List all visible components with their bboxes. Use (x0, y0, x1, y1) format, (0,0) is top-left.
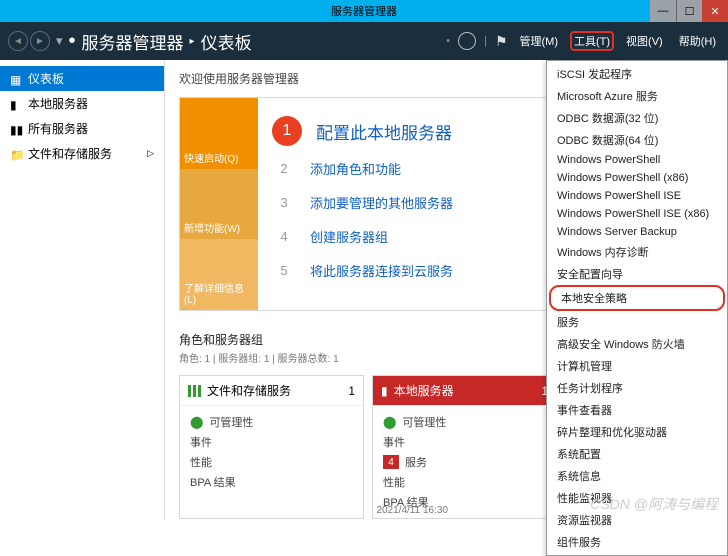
tab-learnmore[interactable]: 了解详细信息(L) (180, 239, 258, 310)
storage-icon: 📁 (10, 148, 22, 160)
close-button[interactable]: ✕ (702, 0, 728, 22)
window-title: 服务器管理器 (331, 3, 397, 19)
tools-item-powershell[interactable]: Windows PowerShell (547, 151, 727, 169)
tile-row[interactable]: 事件 (383, 432, 546, 452)
tools-item-odbc32[interactable]: ODBC 数据源(32 位) (547, 107, 727, 129)
tile-row[interactable]: 性能 (190, 452, 353, 472)
tab-quickstart[interactable]: 快速启动(Q) (180, 98, 258, 169)
tools-item-services[interactable]: 服务 (547, 311, 727, 333)
sidebar-item-storage[interactable]: 📁文件和存储服务▷ (0, 141, 164, 166)
tile-storage[interactable]: 文件和存储服务 1 ⬤可管理性 事件 性能 BPA 结果 (179, 375, 364, 519)
storage-tile-icon (188, 385, 191, 397)
nav-buttons: ◄ ► (8, 31, 50, 51)
watermark: CSDN @阿涛与编程 (590, 494, 718, 514)
dashboard-icon: ▦ (10, 73, 22, 85)
tools-item-computer-mgmt[interactable]: 计算机管理 (547, 355, 727, 377)
breadcrumb-root[interactable]: 服务器管理器 (82, 29, 184, 54)
tools-item-server-backup[interactable]: Windows Server Backup (547, 223, 727, 241)
tile-local-server[interactable]: ▮ 本地服务器 1 ⬤可管理性 事件 4服务 性能 BPA 结果 (372, 375, 557, 519)
tools-item-event-viewer[interactable]: 事件查看器 (547, 399, 727, 421)
tools-item-local-security-policy[interactable]: 本地安全策略 (549, 285, 725, 311)
tools-item-powershell-x86[interactable]: Windows PowerShell (x86) (547, 169, 727, 187)
timestamp: 2021/4/11 16:30 (376, 505, 448, 516)
welcome-tabs: 快速启动(Q) 新增功能(W) 了解详细信息(L) (180, 98, 258, 310)
window-controls: — ☐ ✕ (650, 0, 728, 22)
menu-tools[interactable]: 工具(T) (570, 31, 614, 51)
tile-row[interactable]: BPA 结果 (190, 472, 353, 492)
tab-whatsnew[interactable]: 新增功能(W) (180, 169, 258, 240)
minimize-button[interactable]: — (650, 0, 676, 22)
tools-item-defrag[interactable]: 碎片整理和优化驱动器 (547, 421, 727, 443)
tile-local-body: ⬤可管理性 事件 4服务 性能 BPA 结果 (373, 406, 556, 518)
header-bar: ◄ ► ▾ • 服务器管理器 ▸ 仪表板 • | ⚑ 管理(M) 工具(T) 视… (0, 22, 728, 60)
tile-storage-header: 文件和存储服务 1 (180, 376, 363, 406)
back-button[interactable]: ◄ (8, 31, 28, 51)
tools-item-sysconfig[interactable]: 系统配置 (547, 443, 727, 465)
servers-icon: ▮▮ (10, 123, 22, 135)
error-count-badge: 4 (383, 455, 399, 469)
tools-item-component-services[interactable]: 组件服务 (547, 531, 727, 553)
up-button[interactable]: ▾ (56, 33, 63, 49)
tile-row[interactable]: 4服务 (383, 452, 546, 472)
tile-local-header: ▮ 本地服务器 1 (373, 376, 556, 406)
status-ok-icon: ⬤ (383, 415, 396, 429)
header-actions: • | ⚑ 管理(M) 工具(T) 视图(V) 帮助(H) (446, 31, 720, 51)
maximize-button[interactable]: ☐ (676, 0, 702, 22)
sidebar: ▦仪表板 ▮本地服务器 ▮▮所有服务器 📁文件和存储服务▷ (0, 60, 165, 520)
tools-item-powershell-ise-x86[interactable]: Windows PowerShell ISE (x86) (547, 205, 727, 223)
status-ok-icon: ⬤ (190, 415, 203, 429)
sidebar-item-local[interactable]: ▮本地服务器 (0, 91, 164, 116)
breadcrumb-current: 仪表板 (201, 29, 252, 54)
server-icon: ▮ (10, 98, 22, 110)
tools-menu-dropdown: iSCSI 发起程序 Microsoft Azure 服务 ODBC 数据源(3… (546, 60, 728, 556)
forward-button[interactable]: ► (30, 31, 50, 51)
refresh-icon[interactable] (458, 32, 476, 50)
menu-view[interactable]: 视图(V) (622, 31, 667, 51)
tools-item-memory-diag[interactable]: Windows 内存诊断 (547, 241, 727, 263)
tools-item-security-wizard[interactable]: 安全配置向导 (547, 263, 727, 285)
tile-row[interactable]: ⬤可管理性 (383, 412, 546, 432)
chevron-right-icon: ▷ (147, 148, 154, 159)
tools-item-azure[interactable]: Microsoft Azure 服务 (547, 85, 727, 107)
tools-item-firewall[interactable]: 高级安全 Windows 防火墙 (547, 333, 727, 355)
server-tile-icon: ▮ (381, 384, 388, 398)
sidebar-item-dashboard[interactable]: ▦仪表板 (0, 66, 164, 91)
tools-item-odbc64[interactable]: ODBC 数据源(64 位) (547, 129, 727, 151)
tile-storage-body: ⬤可管理性 事件 性能 BPA 结果 (180, 406, 363, 498)
menu-help[interactable]: 帮助(H) (675, 31, 720, 51)
tools-item-iscsi[interactable]: iSCSI 发起程序 (547, 63, 727, 85)
title-bar: 服务器管理器 — ☐ ✕ (0, 0, 728, 22)
bullet-icon: • (69, 30, 76, 53)
tile-row[interactable]: 性能 (383, 472, 546, 492)
chevron-right-icon: ▸ (190, 36, 195, 47)
tools-item-task-scheduler[interactable]: 任务计划程序 (547, 377, 727, 399)
tools-item-sysinfo[interactable]: 系统信息 (547, 465, 727, 487)
tools-item-powershell-ise[interactable]: Windows PowerShell ISE (547, 187, 727, 205)
breadcrumb: 服务器管理器 ▸ 仪表板 (82, 29, 252, 54)
flag-icon[interactable]: ⚑ (495, 33, 508, 50)
tile-row[interactable]: 事件 (190, 432, 353, 452)
sidebar-item-all[interactable]: ▮▮所有服务器 (0, 116, 164, 141)
tile-row[interactable]: ⬤可管理性 (190, 412, 353, 432)
menu-manage[interactable]: 管理(M) (516, 31, 563, 51)
